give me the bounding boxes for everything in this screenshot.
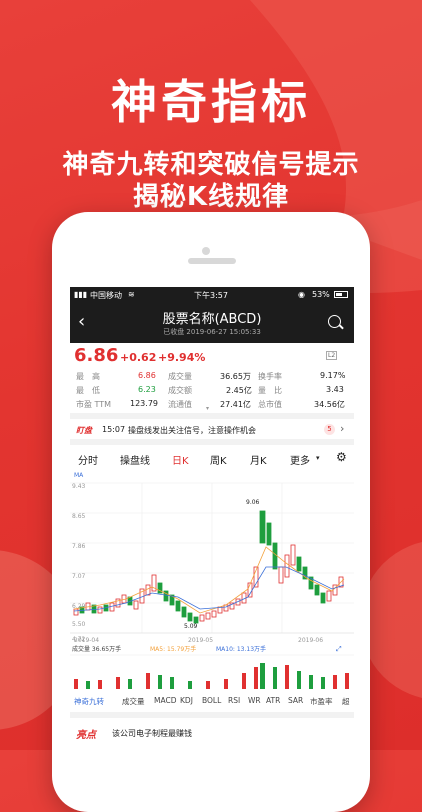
tab-weekly-k[interactable]: 周K: [210, 452, 227, 467]
alert-tag: 盯盘: [76, 426, 92, 435]
price-change: +0.62: [120, 351, 157, 364]
alert-text: 操盘线发出关注信号，注意操作机会: [128, 426, 256, 435]
highlight-bar[interactable]: 亮点 该公司电子制程最赚钱: [70, 712, 354, 750]
camera-dot: [202, 247, 210, 255]
headline-line2: 揭秘K线规律: [132, 182, 290, 212]
y-label: 7.07: [72, 573, 86, 580]
volume-ma10: MA10: 13.13万手: [216, 645, 266, 653]
headline-title: 神奇指标: [111, 75, 311, 129]
tab-trading-line[interactable]: 操盘线: [120, 452, 150, 467]
y-label: 8.65: [72, 513, 86, 520]
tab-rsi[interactable]: RSI: [228, 696, 240, 705]
caret-down-icon: ▾: [316, 454, 320, 462]
status-bar: ▮▮▮ 中国移动 ≋ 下午3:57 ◉ 53%: [70, 287, 354, 303]
value-total-cap: 34.56亿: [314, 400, 345, 409]
tab-kdj[interactable]: KDJ: [180, 696, 193, 705]
label-low: 最 低: [76, 386, 100, 395]
ma-label: MA: [74, 472, 84, 479]
tab-wr[interactable]: WR: [248, 696, 261, 705]
x-label: 2019-04: [74, 637, 99, 644]
quote-panel: 6.86 +0.62 +9.94% L2 最 高 6.86 成交量 36.65万…: [70, 343, 354, 413]
volume-legend: 成交量 36.65万手: [72, 645, 121, 653]
value-volume-ratio: 3.43: [326, 385, 344, 394]
clock: 下午3:57: [194, 291, 228, 300]
alert-count-badge: 5: [324, 424, 335, 435]
lock-rotation-icon: ◉: [298, 290, 305, 299]
speaker-slot: [188, 258, 236, 264]
y-label: 5.50: [72, 621, 86, 628]
tab-volume[interactable]: 成交量: [122, 696, 145, 707]
battery-pct: 53%: [312, 290, 330, 299]
tab-daily-k[interactable]: 日K: [172, 452, 189, 467]
value-pe: 123.79: [130, 399, 158, 408]
y-label: 9.43: [72, 483, 86, 490]
tab-boll[interactable]: BOLL: [202, 696, 221, 705]
value-amount: 2.45亿: [226, 386, 252, 395]
value-float-cap: 27.41亿: [220, 400, 251, 409]
wifi-icon: ≋: [128, 290, 135, 299]
battery-icon: [334, 291, 348, 298]
highlight-tag: 亮点: [76, 730, 96, 741]
highlight-text: 该公司电子制程最赚钱: [112, 729, 192, 738]
label-float-cap: 流通值: [168, 400, 192, 409]
tab-monthly-k[interactable]: 月K: [250, 452, 267, 467]
alert-time: 15:07: [102, 425, 126, 434]
label-pe: 市盈 TTM: [76, 400, 112, 409]
nav-bar: ‹ 股票名称(ABCD) 已收盘 2019-06-27 15:05:33: [70, 303, 354, 343]
tab-timeshare[interactable]: 分时: [78, 452, 98, 467]
label-volume-ratio: 量 比: [258, 386, 282, 395]
app-screen: ▮▮▮ 中国移动 ≋ 下午3:57 ◉ 53% ‹ 股票名称(ABCD) 已收盘…: [70, 287, 354, 750]
value-low: 6.23: [138, 385, 156, 394]
x-label: 2019-05: [188, 637, 213, 644]
search-icon[interactable]: [328, 315, 341, 328]
tab-sar[interactable]: SAR: [288, 696, 303, 705]
carrier: 中国移动: [90, 291, 122, 300]
gear-icon[interactable]: ⚙: [336, 450, 347, 464]
label-volume: 成交量: [168, 372, 192, 381]
price-change-pct: +9.94%: [158, 351, 206, 364]
expand-chevron-icon[interactable]: ▾: [206, 405, 209, 412]
high-marker: 9.06: [246, 499, 260, 506]
tab-macd[interactable]: MACD: [154, 696, 176, 705]
x-label: 2019-06: [298, 637, 323, 644]
label-amount: 成交额: [168, 386, 192, 395]
tab-pe-ratio[interactable]: 市盈率: [310, 696, 333, 707]
indicator-tabs: 神奇九转 成交量 MACD KDJ BOLL RSI WR ATR SAR 市盈…: [70, 692, 354, 712]
signal-icon: ▮▮▮: [74, 290, 88, 299]
tab-more[interactable]: 更多: [290, 452, 310, 467]
low-marker: 5.09: [184, 623, 198, 630]
stock-name: 股票名称(ABCD): [162, 312, 262, 327]
label-high: 最 高: [76, 372, 100, 381]
value-turnover: 9.17%: [320, 371, 346, 380]
volume-ma5: MA5: 15.79万手: [150, 645, 196, 653]
chevron-right-icon[interactable]: ›: [340, 422, 344, 435]
market-status: 已收盘 2019-06-27 15:05:33: [163, 328, 261, 336]
tab-atr[interactable]: ATR: [266, 696, 280, 705]
tab-more-indicators[interactable]: 超: [342, 696, 350, 707]
label-turnover: 换手率: [258, 372, 282, 381]
level2-badge[interactable]: L2: [326, 351, 338, 360]
label-total-cap: 总市值: [258, 400, 282, 409]
fullscreen-icon[interactable]: ⤢: [336, 645, 342, 653]
last-price: 6.86: [74, 345, 119, 366]
value-high: 6.86: [138, 371, 156, 380]
value-volume: 36.65万: [220, 372, 251, 381]
tab-magic-nine[interactable]: 神奇九转: [74, 696, 104, 707]
kline-chart[interactable]: MA 9.43 8.65 7.86 7.07 6.29 5.50 4.72 9.…: [70, 467, 354, 692]
y-label: 7.86: [72, 543, 86, 550]
